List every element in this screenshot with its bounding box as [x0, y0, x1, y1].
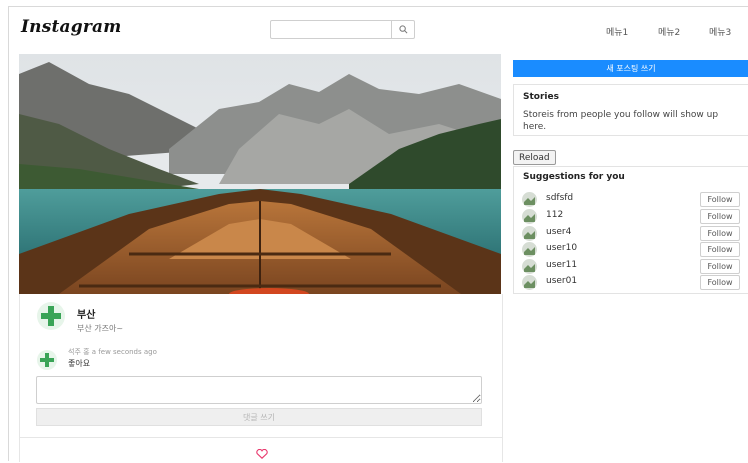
nav-menu-3[interactable]: 메뉴3 [709, 25, 731, 38]
post-photo [19, 54, 501, 294]
like-button[interactable] [256, 444, 268, 459]
search-input[interactable] [271, 21, 389, 38]
heart-icon [256, 448, 268, 459]
comment-meta: 석주 홍 a few seconds ago [68, 347, 157, 357]
search-box [270, 20, 415, 39]
follow-button[interactable]: Follow [700, 259, 740, 274]
comment-text: 좋아요 [68, 359, 91, 368]
search-icon [398, 25, 407, 34]
suggestion-row: user10 Follow [522, 242, 740, 257]
post-card: 부산 부산 가즈아~ 석주 홍 a few seconds ago 좋아요 댓글… [19, 294, 503, 462]
instagram-logo[interactable]: Instagram [21, 17, 121, 37]
suggestion-username[interactable]: user01 [546, 276, 577, 286]
suggestion-row: user01 Follow [522, 275, 740, 290]
suggestion-username[interactable]: sdfsfd [546, 193, 573, 203]
comment-submit-button[interactable]: 댓글 쓰기 [36, 408, 482, 426]
suggestion-username[interactable]: user10 [546, 243, 577, 253]
reload-button[interactable]: Reload [513, 150, 556, 165]
user-avatar[interactable] [522, 209, 537, 224]
comment-input[interactable] [36, 376, 482, 404]
user-avatar[interactable] [522, 192, 537, 207]
post-caption: 부산 가즈아~ [77, 324, 124, 333]
stories-panel: Stories Storeis from people you follow w… [513, 84, 748, 136]
follow-button[interactable]: Follow [700, 242, 740, 257]
suggestions-panel: Suggestions for you sdfsfd Follow 112 Fo… [513, 166, 748, 294]
comment-author[interactable]: 석주 홍 [68, 348, 90, 356]
follow-button[interactable]: Follow [700, 275, 740, 290]
user-avatar[interactable] [522, 275, 537, 290]
suggestion-username[interactable]: user11 [546, 260, 577, 270]
suggestions-title: Suggestions for you [523, 172, 625, 182]
suggestion-row: sdfsfd Follow [522, 192, 740, 207]
search-button[interactable] [391, 21, 414, 38]
follow-button[interactable]: Follow [700, 192, 740, 207]
stories-title: Stories [523, 92, 559, 102]
stories-text: Storeis from people you follow will show… [523, 110, 719, 133]
suggestion-row: user4 Follow [522, 226, 740, 241]
user-avatar[interactable] [522, 226, 537, 241]
nav-menu-2[interactable]: 메뉴2 [658, 25, 680, 38]
post-divider [20, 437, 502, 438]
suggestion-username[interactable]: 112 [546, 210, 563, 220]
suggestion-row: user11 Follow [522, 259, 740, 274]
user-avatar[interactable] [522, 242, 537, 257]
post-title: 부산 [77, 310, 96, 321]
suggestion-row: 112 Follow [522, 209, 740, 224]
suggestion-username[interactable]: user4 [546, 227, 571, 237]
nav-menu-1[interactable]: 메뉴1 [606, 25, 628, 38]
page: Instagram 메뉴1 메뉴2 메뉴3 부산 부산 가즈아~ 석주 홍 a … [8, 6, 748, 462]
follow-button[interactable]: Follow [700, 209, 740, 224]
comment-time: a few seconds ago [91, 348, 157, 356]
post-avatar[interactable] [37, 302, 65, 330]
new-post-button[interactable]: 새 포스팅 쓰기 [513, 60, 748, 77]
comment-avatar[interactable] [37, 350, 57, 370]
user-avatar[interactable] [522, 259, 537, 274]
follow-button[interactable]: Follow [700, 226, 740, 241]
top-header: Instagram 메뉴1 메뉴2 메뉴3 [9, 7, 748, 47]
